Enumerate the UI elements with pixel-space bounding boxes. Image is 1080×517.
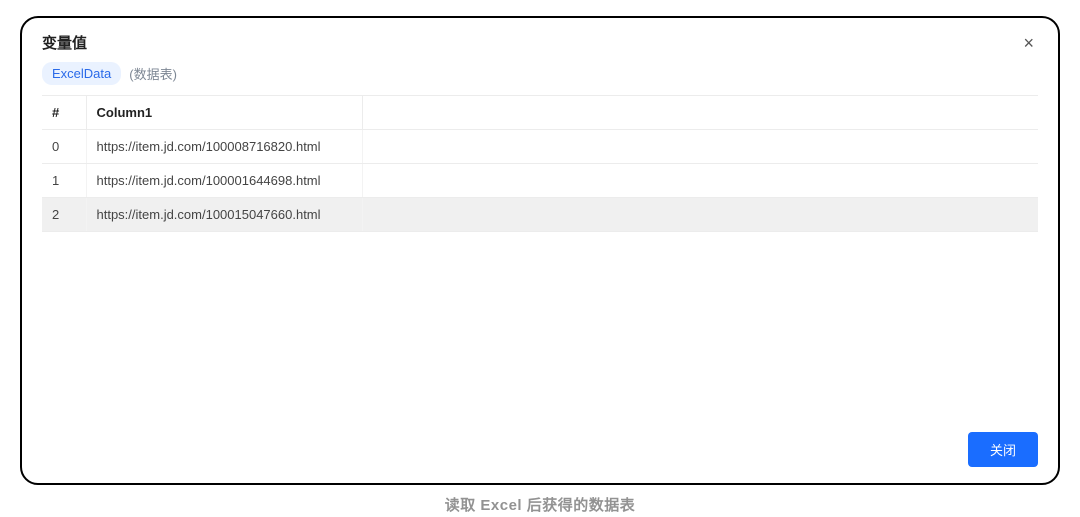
variable-type-label: (数据表) [129, 64, 177, 83]
cell-empty [362, 130, 1038, 164]
header-index[interactable]: # [42, 96, 86, 130]
table-header-row: # Column1 [42, 96, 1038, 130]
table-row[interactable]: 2https://item.jd.com/100015047660.html [42, 198, 1038, 232]
cell-column1: https://item.jd.com/100001644698.html [86, 164, 362, 198]
header-column1[interactable]: Column1 [86, 96, 362, 130]
header-empty [362, 96, 1038, 130]
variable-value-modal: 变量值 × ExcelData (数据表) # Column1 0https:/… [20, 16, 1060, 485]
table-row[interactable]: 1https://item.jd.com/100001644698.html [42, 164, 1038, 198]
modal-header: 变量值 × [22, 18, 1058, 62]
variable-tag-row: ExcelData (数据表) [22, 62, 1058, 95]
variable-name-pill[interactable]: ExcelData [42, 62, 121, 85]
close-icon[interactable]: × [1019, 32, 1038, 54]
figure-caption: 读取 Excel 后获得的数据表 [0, 494, 1080, 515]
cell-column1: https://item.jd.com/100008716820.html [86, 130, 362, 164]
modal-title: 变量值 [42, 32, 87, 53]
cell-index: 0 [42, 130, 86, 164]
cell-empty [362, 164, 1038, 198]
data-table: # Column1 0https://item.jd.com/100008716… [42, 95, 1038, 232]
modal-footer: 关闭 [22, 418, 1058, 483]
cell-empty [362, 198, 1038, 232]
data-table-container: # Column1 0https://item.jd.com/100008716… [22, 95, 1058, 418]
close-button[interactable]: 关闭 [968, 432, 1038, 467]
cell-index: 1 [42, 164, 86, 198]
cell-index: 2 [42, 198, 86, 232]
table-row[interactable]: 0https://item.jd.com/100008716820.html [42, 130, 1038, 164]
cell-column1: https://item.jd.com/100015047660.html [86, 198, 362, 232]
